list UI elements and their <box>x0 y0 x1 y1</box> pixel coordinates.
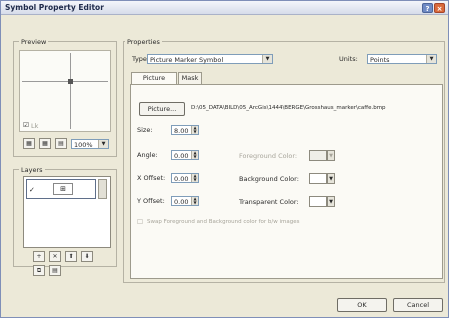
type-select[interactable]: Picture Marker Symbol ▼ <box>147 54 273 64</box>
move-up-icon[interactable]: ⬆ <box>65 251 77 262</box>
move-down-icon[interactable]: ⬇ <box>81 251 93 262</box>
title-bar[interactable]: Symbol Property Editor ? × <box>1 1 448 15</box>
layers-list[interactable]: ✓ ⊞ <box>23 176 111 248</box>
swap-colors-checkbox: ☐ <box>137 218 143 226</box>
chevron-down-icon[interactable]: ▼ <box>98 140 108 148</box>
xoffset-stepper[interactable]: 0.00 ▲ ▼ <box>171 173 199 183</box>
picture-path: D:\05_DATA\BILD\05_ArcGis\1444\BERGE\Gro… <box>191 105 386 111</box>
ok-button[interactable]: OK <box>337 298 387 312</box>
chevron-down-icon: ▼ <box>327 150 335 161</box>
add-layer-icon[interactable]: + <box>33 251 45 262</box>
chevron-down-icon[interactable]: ▼ <box>327 173 335 184</box>
angle-stepper[interactable]: 0.00 ▲ ▼ <box>171 150 199 160</box>
window-title: Symbol Property Editor <box>5 3 104 12</box>
chevron-down-icon[interactable]: ▼ <box>327 196 335 207</box>
cancel-button[interactable]: Cancel <box>393 298 443 312</box>
chevron-down-icon[interactable]: ▼ <box>426 55 436 63</box>
foreground-color-label: Foreground Color: <box>239 152 298 160</box>
actual-size-icon[interactable]: ▦ <box>39 138 51 149</box>
remove-layer-icon[interactable]: ✕ <box>49 251 61 262</box>
xoffset-value: 0.00 <box>174 175 189 183</box>
preview-canvas <box>19 50 111 132</box>
zoom-select[interactable]: 100% ▼ <box>71 139 109 149</box>
copy-layer-icon[interactable]: ⧉ <box>33 265 45 276</box>
transparent-color-label: Transparent Color: <box>239 198 299 206</box>
preview-crosshair-horizontal <box>22 81 108 82</box>
spin-arrows-icon[interactable]: ▲ ▼ <box>191 197 198 205</box>
angle-value: 0.00 <box>174 152 189 160</box>
layer-visibility-checkbox[interactable]: ✓ <box>29 186 35 194</box>
preview-checkbox-label: Lk <box>31 122 39 130</box>
fit-icon[interactable]: ▦ <box>23 138 35 149</box>
size-label: Size: <box>137 126 153 134</box>
swap-colors-label: Swap Foreground and Background color for… <box>147 219 300 225</box>
background-color-swatch[interactable] <box>309 173 327 184</box>
zoom-icon[interactable]: ▤ <box>55 138 67 149</box>
preview-checkbox[interactable]: ☑ <box>23 121 29 129</box>
spin-arrows-icon[interactable]: ▲ ▼ <box>191 174 198 182</box>
xoffset-label: X Offset: <box>137 174 166 182</box>
size-stepper[interactable]: 8.00 ▲ ▼ <box>171 125 199 135</box>
spin-arrows-icon[interactable]: ▲ ▼ <box>191 151 198 159</box>
spin-arrows-icon[interactable]: ▲ ▼ <box>191 126 198 134</box>
background-color-label: Background Color: <box>239 175 299 183</box>
layer-thumbnail: ⊞ <box>53 183 73 195</box>
list-item[interactable]: ✓ ⊞ <box>26 179 96 199</box>
preview-marker <box>68 79 73 84</box>
help-icon[interactable]: ? <box>422 3 433 13</box>
units-select[interactable]: Points ▼ <box>367 54 437 64</box>
preview-label: Preview <box>19 38 49 46</box>
tab-panel-picture-marker: Picture... D:\05_DATA\BILD\05_ArcGis\144… <box>130 84 443 279</box>
yoffset-label: Y Offset: <box>137 197 165 205</box>
tab-mask[interactable]: Mask <box>178 72 202 84</box>
foreground-color-swatch <box>309 150 327 161</box>
chevron-down-icon[interactable]: ▼ <box>262 55 272 63</box>
properties-label: Properties <box>125 38 162 46</box>
yoffset-stepper[interactable]: 0.00 ▲ ▼ <box>171 196 199 206</box>
zoom-value: 100% <box>74 141 93 149</box>
symbol-property-editor-window: Symbol Property Editor ? × Preview ☑ Lk … <box>0 0 449 318</box>
units-value: Points <box>370 56 390 64</box>
yoffset-value: 0.00 <box>174 198 189 206</box>
preview-crosshair-vertical <box>70 53 71 129</box>
angle-label: Angle: <box>137 151 158 159</box>
layer-scrollbar[interactable] <box>98 179 107 199</box>
transparent-color-swatch[interactable] <box>309 196 327 207</box>
close-icon[interactable]: × <box>434 3 445 13</box>
picture-button[interactable]: Picture... <box>139 102 185 116</box>
units-label: Units: <box>339 55 358 63</box>
type-value: Picture Marker Symbol <box>150 56 224 64</box>
size-value: 8.00 <box>174 127 189 135</box>
paste-layer-icon[interactable]: ▤ <box>49 265 61 276</box>
layers-label: Layers <box>19 166 45 174</box>
